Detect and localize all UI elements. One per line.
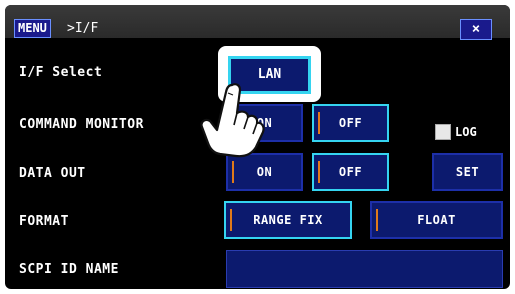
if-select-label: I/F Select <box>19 65 103 80</box>
format-float-label: FLOAT <box>417 213 456 227</box>
pointing-hand-icon <box>200 83 265 158</box>
log-checkbox-box[interactable] <box>435 124 451 140</box>
data-out-set-button[interactable]: SET <box>432 153 503 191</box>
indicator-mark <box>318 161 320 183</box>
format-range-fix-button[interactable]: RANGE FIX <box>224 201 352 239</box>
title-bar: MENU >I/F × <box>5 5 510 40</box>
format-range-fix-label: RANGE FIX <box>253 213 323 227</box>
command-monitor-label: COMMAND MONITOR <box>19 117 144 132</box>
indicator-mark <box>376 209 378 231</box>
indicator-mark <box>230 209 232 231</box>
scpi-id-name-label: SCPI ID NAME <box>19 262 119 277</box>
close-button[interactable]: × <box>460 19 492 40</box>
format-float-button[interactable]: FLOAT <box>370 201 503 239</box>
indicator-mark <box>318 112 320 134</box>
data-out-label: DATA OUT <box>19 166 86 181</box>
menu-tag[interactable]: MENU <box>14 19 51 38</box>
breadcrumb: >I/F <box>67 21 99 36</box>
scpi-id-name-field[interactable] <box>226 250 503 288</box>
if-settings-panel: MENU >I/F × I/F Select LAN COMMAND MONIT… <box>5 5 510 289</box>
data-out-off-button[interactable]: OFF <box>312 153 389 191</box>
format-label: FORMAT <box>19 214 69 229</box>
data-out-on-label: ON <box>256 165 273 179</box>
command-monitor-off-button[interactable]: OFF <box>312 104 389 142</box>
indicator-mark <box>232 161 234 183</box>
command-monitor-off-label: OFF <box>338 116 363 130</box>
log-label: LOG <box>455 125 477 139</box>
data-out-off-label: OFF <box>338 165 363 179</box>
